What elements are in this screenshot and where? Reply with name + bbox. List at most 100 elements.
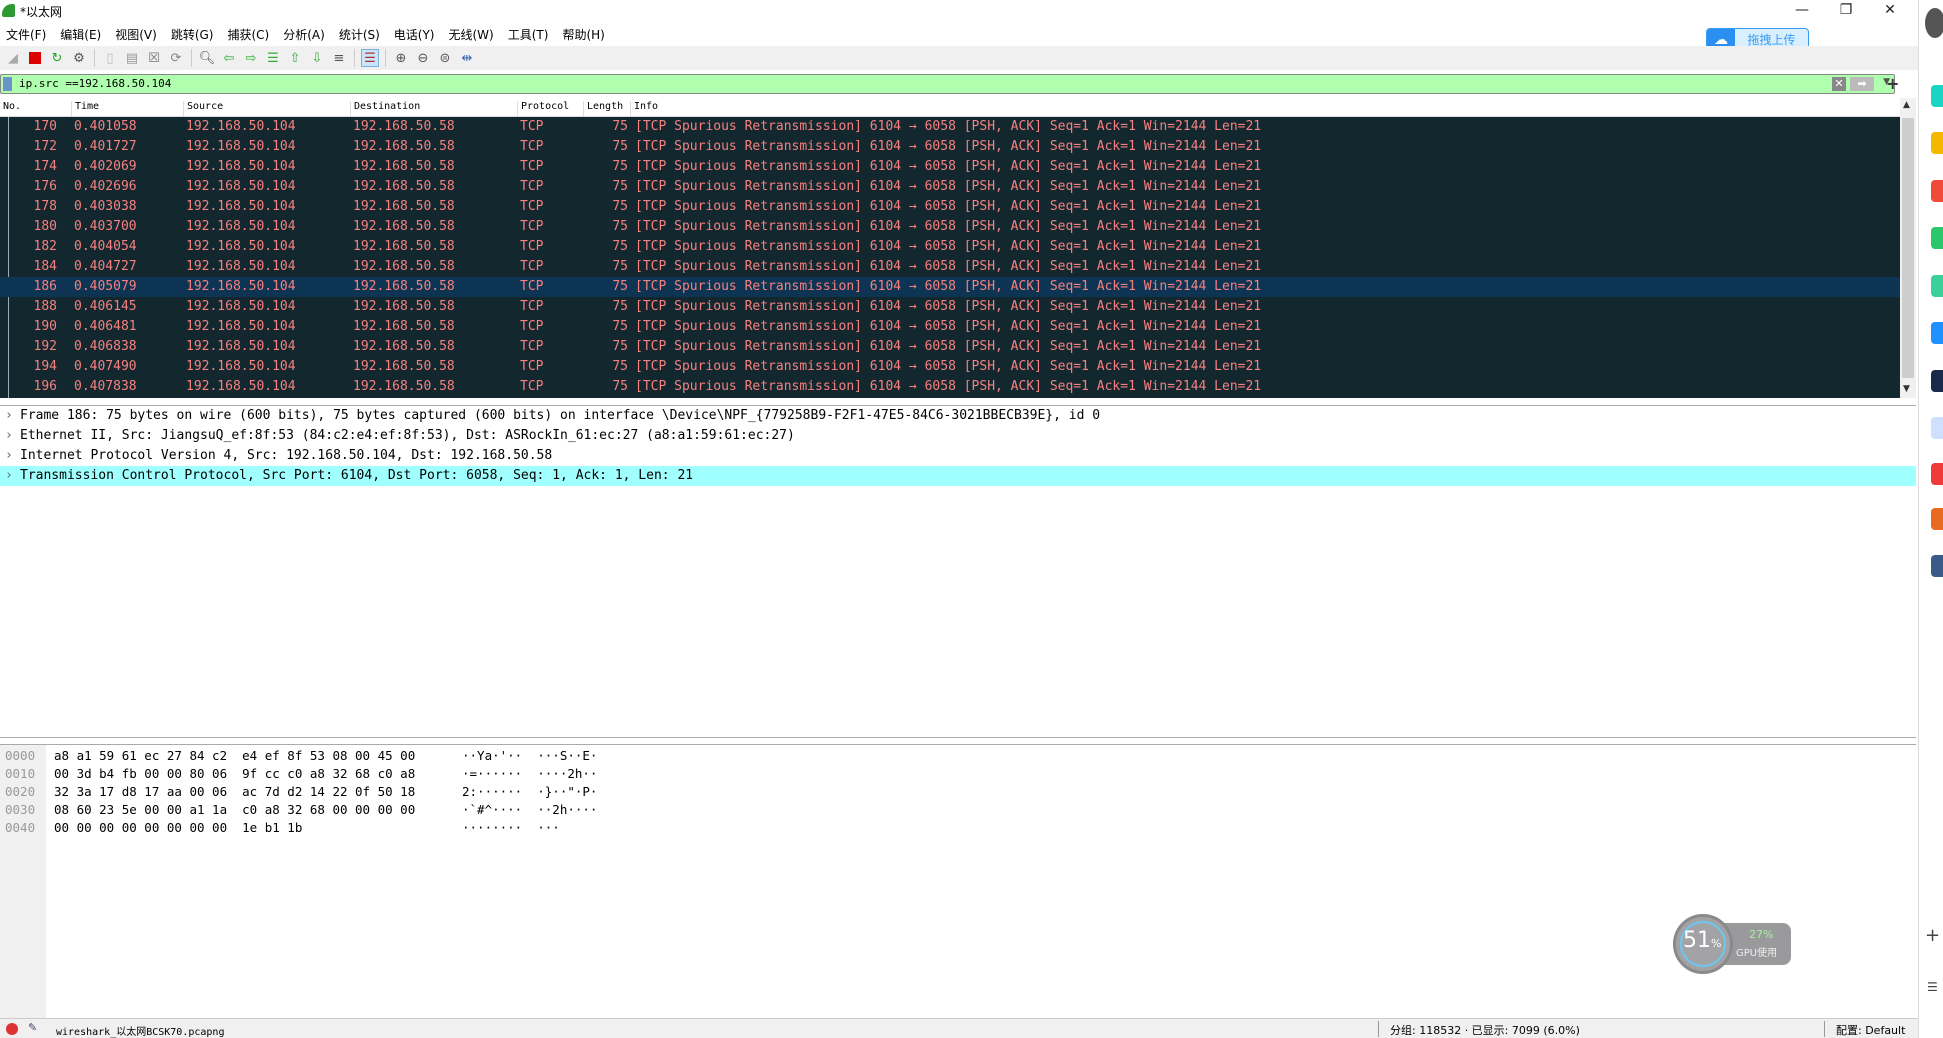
app-icon-4[interactable] bbox=[1931, 555, 1943, 577]
packet-row[interactable]: 192 0.406838 192.168.50.104 192.168.50.58 TC… bbox=[0, 337, 1900, 357]
detail-tree-item[interactable]: › Ethernet II, Src: JiangsuQ_ef:8f:53 (84… bbox=[0, 426, 1916, 446]
info-icon[interactable] bbox=[1931, 322, 1943, 344]
packet-row[interactable]: 172 0.401727 192.168.50.104 192.168.50.58 TC… bbox=[0, 137, 1900, 157]
avatar[interactable] bbox=[1925, 8, 1943, 38]
detail-tree-item[interactable]: › Transmission Control Protocol, Src Port… bbox=[0, 466, 1916, 486]
apply-filter-icon[interactable]: ➡ bbox=[1850, 77, 1874, 91]
packet-bytes-pane[interactable]: 0000 a8 a1 59 61 ec 27 84 c2 e4 ef 8f 53 … bbox=[0, 744, 1916, 1018]
packet-row[interactable]: 186 0.405079 192.168.50.104 192.168.50.58 TC… bbox=[0, 277, 1900, 297]
go-forward-icon[interactable]: ⇨ bbox=[242, 49, 260, 67]
packet-row[interactable]: 194 0.407490 192.168.50.104 192.168.50.58 TC… bbox=[0, 357, 1900, 377]
display-filter-bar[interactable]: ip.src ==192.168.50.104 ✕ ➡ ▼ bbox=[0, 74, 1895, 94]
edit-comment-icon[interactable]: ✎ bbox=[28, 1021, 37, 1034]
menu-file[interactable]: 文件(F) bbox=[0, 23, 54, 45]
packet-row[interactable]: 190 0.406481 192.168.50.104 192.168.50.58 TC… bbox=[0, 317, 1900, 337]
chevron-right-icon[interactable]: › bbox=[5, 426, 13, 446]
stop-capture-icon[interactable] bbox=[26, 49, 44, 67]
detail-tree-item[interactable]: › Internet Protocol Version 4, Src: 192.1… bbox=[0, 446, 1916, 466]
close-button[interactable]: ✕ bbox=[1868, 0, 1912, 22]
link-icon[interactable] bbox=[1931, 275, 1943, 297]
ascii-bytes[interactable]: ·=······ ····2h·· bbox=[462, 765, 597, 783]
capture-options-icon[interactable]: ⚙ bbox=[70, 49, 88, 67]
packet-row[interactable]: 170 0.401058 192.168.50.104 192.168.50.58 TC… bbox=[0, 117, 1900, 137]
packet-row[interactable]: 174 0.402069 192.168.50.104 192.168.50.58 TC… bbox=[0, 157, 1900, 177]
column-length[interactable]: Length bbox=[583, 101, 623, 117]
packet-row[interactable]: 182 0.404054 192.168.50.104 192.168.50.58 TC… bbox=[0, 237, 1900, 257]
go-to-packet-icon[interactable]: ☰ bbox=[264, 49, 282, 67]
hex-bytes[interactable]: 00 00 00 00 00 00 00 00 1e b1 1b bbox=[54, 819, 302, 837]
packet-row[interactable]: 176 0.402696 192.168.50.104 192.168.50.58 TC… bbox=[0, 177, 1900, 197]
menu-statistics[interactable]: 统计(S) bbox=[333, 23, 388, 45]
chevron-right-icon[interactable]: › bbox=[5, 466, 13, 486]
last-packet-icon[interactable]: ⇩ bbox=[308, 49, 326, 67]
scroll-up-icon[interactable]: ▲ bbox=[1903, 100, 1910, 110]
find-packet-icon[interactable]: 🔍︎ bbox=[198, 49, 216, 67]
packet-list-scrollbar[interactable]: ▲ ▼ bbox=[1900, 98, 1916, 398]
packet-details-pane[interactable]: › Frame 186: 75 bytes on wire (600 bits),… bbox=[0, 405, 1916, 738]
zoom-in-icon[interactable]: ⊕ bbox=[392, 49, 410, 67]
profile-selector[interactable]: 配置: Default bbox=[1836, 1022, 1905, 1038]
ascii-bytes[interactable]: ········ ··· bbox=[462, 819, 560, 837]
add-icon[interactable]: + bbox=[1925, 925, 1940, 946]
resize-columns-icon[interactable]: ⇹ bbox=[458, 49, 476, 67]
ascii-bytes[interactable]: 2:······ ·}··"·P· bbox=[462, 783, 597, 801]
column-source[interactable]: Source bbox=[183, 101, 223, 117]
detail-tree-item[interactable]: › Frame 186: 75 bytes on wire (600 bits),… bbox=[0, 406, 1916, 426]
restart-capture-icon[interactable]: ↻ bbox=[48, 49, 66, 67]
packet-list[interactable]: 170 0.401058 192.168.50.104 192.168.50.58 TC… bbox=[0, 117, 1900, 398]
packet-row[interactable]: 196 0.407838 192.168.50.104 192.168.50.58 TC… bbox=[0, 377, 1900, 397]
app-icon-3[interactable] bbox=[1931, 463, 1943, 485]
first-packet-icon[interactable]: ⇧ bbox=[286, 49, 304, 67]
hex-bytes[interactable]: 00 3d b4 fb 00 00 80 06 9f cc c0 a8 32 6… bbox=[54, 765, 415, 783]
minimize-button[interactable]: — bbox=[1780, 0, 1824, 22]
column-info[interactable]: Info bbox=[630, 101, 658, 117]
packet-row[interactable]: 188 0.406145 192.168.50.104 192.168.50.58 TC… bbox=[0, 297, 1900, 317]
expert-info-icon[interactable] bbox=[6, 1023, 18, 1035]
packet-row[interactable]: 178 0.403038 192.168.50.104 192.168.50.58 TC… bbox=[0, 197, 1900, 217]
chevron-right-icon[interactable]: › bbox=[5, 446, 13, 466]
hex-bytes[interactable]: 08 60 23 5e 00 00 a1 1a c0 a8 32 68 00 0… bbox=[54, 801, 415, 819]
weibo-icon[interactable] bbox=[1931, 180, 1943, 202]
packet-row[interactable]: 184 0.404727 192.168.50.104 192.168.50.58 TC… bbox=[0, 257, 1900, 277]
menu-view[interactable]: 视图(V) bbox=[109, 23, 165, 45]
hex-bytes[interactable]: a8 a1 59 61 ec 27 84 c2 e4 ef 8f 53 08 0… bbox=[54, 747, 415, 765]
bookmark-icon[interactable] bbox=[3, 77, 12, 91]
packet-row[interactable]: 180 0.403700 192.168.50.104 192.168.50.58 TC… bbox=[0, 217, 1900, 237]
menu-go[interactable]: 跳转(G) bbox=[165, 23, 222, 45]
mail-icon[interactable] bbox=[1931, 227, 1943, 249]
display-filter-input[interactable]: ip.src ==192.168.50.104 bbox=[19, 77, 171, 90]
chevron-right-icon[interactable]: › bbox=[5, 406, 13, 426]
open-file-icon[interactable]: ▯ bbox=[101, 49, 119, 67]
reload-file-icon[interactable]: ⟳ bbox=[167, 49, 185, 67]
zoom-reset-icon[interactable]: ⊜ bbox=[436, 49, 454, 67]
menu-capture[interactable]: 捕获(C) bbox=[221, 23, 277, 45]
app-icon-1[interactable] bbox=[1931, 85, 1943, 107]
app-icon-2[interactable] bbox=[1931, 370, 1943, 392]
menu-analyze[interactable]: 分析(A) bbox=[277, 23, 333, 45]
colorize-icon[interactable]: ☰ bbox=[361, 49, 379, 67]
column-destination[interactable]: Destination bbox=[350, 101, 420, 117]
scrollbar-thumb[interactable] bbox=[1902, 118, 1914, 378]
close-file-icon[interactable]: ☒ bbox=[145, 49, 163, 67]
ascii-bytes[interactable]: ·`#^···· ··2h···· bbox=[462, 801, 597, 819]
list-icon[interactable]: ☰ bbox=[1927, 980, 1938, 994]
game-icon[interactable] bbox=[1931, 508, 1943, 530]
doc-icon[interactable] bbox=[1931, 417, 1943, 439]
zoom-out-icon[interactable]: ⊖ bbox=[414, 49, 432, 67]
column-protocol[interactable]: Protocol bbox=[517, 101, 569, 117]
clear-filter-icon[interactable]: ✕ bbox=[1832, 77, 1846, 91]
menu-telephony[interactable]: 电话(Y) bbox=[388, 23, 443, 45]
start-capture-icon[interactable]: ◢ bbox=[4, 49, 22, 67]
star-icon[interactable] bbox=[1931, 132, 1943, 154]
add-filter-button[interactable]: + bbox=[1886, 74, 1899, 93]
hex-bytes[interactable]: 32 3a 17 d8 17 aa 00 06 ac 7d d2 14 22 0… bbox=[54, 783, 415, 801]
column-time[interactable]: Time bbox=[71, 101, 99, 117]
menu-help[interactable]: 帮助(H) bbox=[556, 23, 612, 45]
menu-wireless[interactable]: 无线(W) bbox=[443, 23, 502, 45]
save-file-icon[interactable]: ▤ bbox=[123, 49, 141, 67]
column-no[interactable]: No. bbox=[0, 101, 21, 117]
scroll-down-icon[interactable]: ▼ bbox=[1903, 384, 1910, 394]
menu-edit[interactable]: 编辑(E) bbox=[54, 23, 109, 45]
go-back-icon[interactable]: ⇦ bbox=[220, 49, 238, 67]
menu-tools[interactable]: 工具(T) bbox=[502, 23, 557, 45]
